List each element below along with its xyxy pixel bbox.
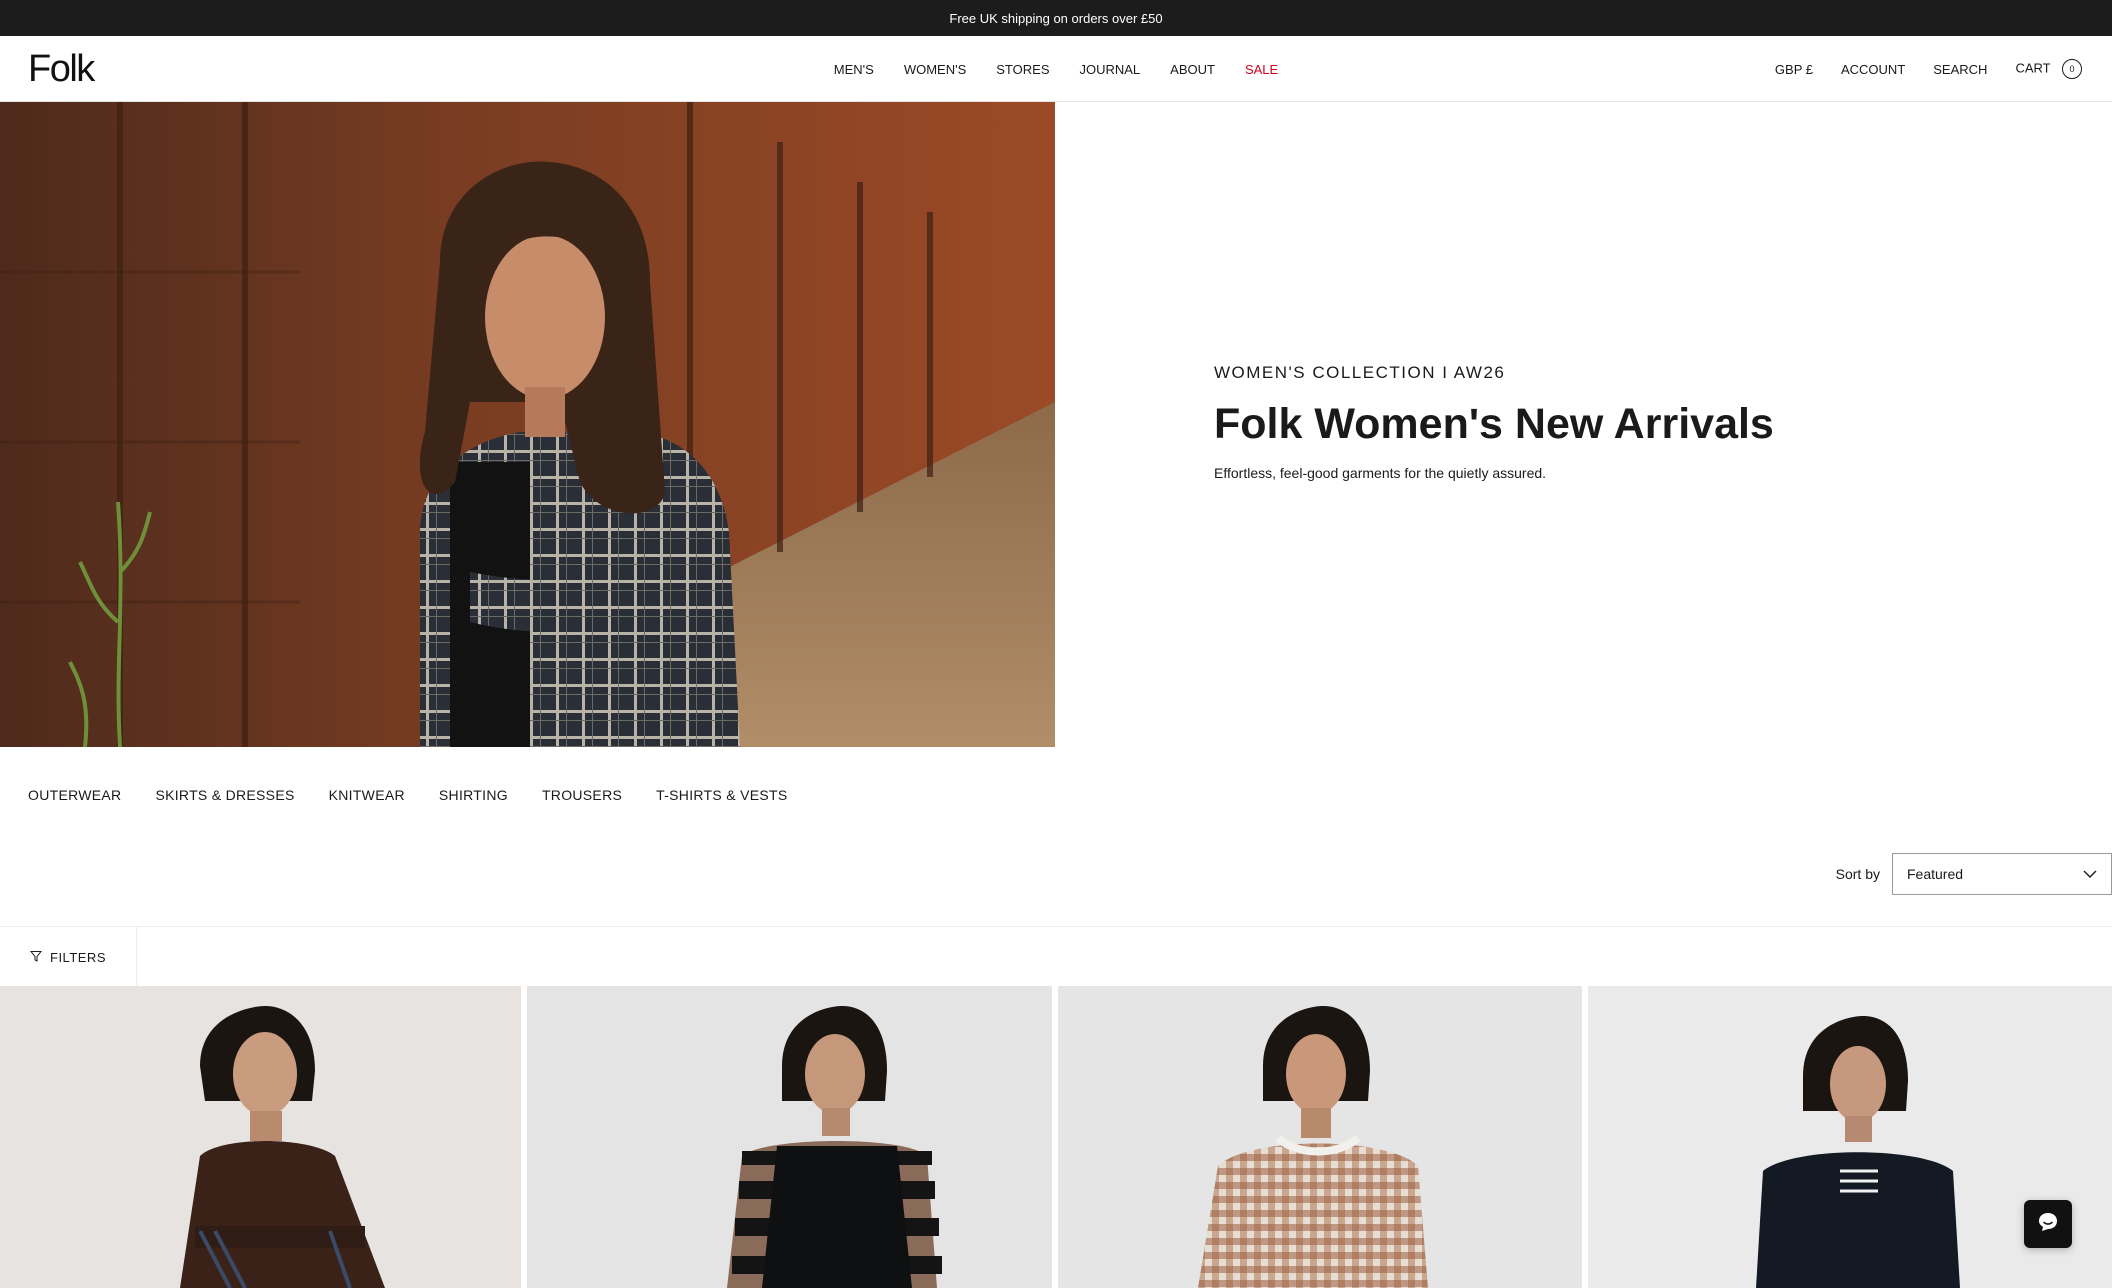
chevron-down-icon [2083, 866, 2097, 882]
category-trousers[interactable]: TROUSERS [542, 787, 622, 803]
account-link[interactable]: ACCOUNT [1841, 62, 1905, 77]
utility-nav: GBP £ ACCOUNT SEARCH CART 0 [1775, 36, 2082, 102]
product-card[interactable] [527, 986, 1052, 1288]
hero-image [0, 102, 1055, 747]
category-nav: OUTERWEAR SKIRTS & DRESSES KNITWEAR SHIR… [28, 787, 787, 803]
hero-copy: WOMEN'S COLLECTION I AW26 Folk Women's N… [1214, 363, 1974, 481]
filters-button[interactable]: FILTERS [0, 927, 137, 987]
filter-icon [29, 950, 50, 965]
chat-button[interactable] [2024, 1200, 2072, 1248]
announcement-bar: Free UK shipping on orders over £50 [0, 0, 2112, 36]
product-image [527, 986, 1052, 1288]
folk-logo[interactable]: Folk [28, 48, 95, 90]
announcement-text: Free UK shipping on orders over £50 [949, 10, 1163, 26]
search-link[interactable]: SEARCH [1933, 62, 1987, 77]
hero-eyebrow: WOMEN'S COLLECTION I AW26 [1214, 363, 1506, 382]
currency-selector[interactable]: GBP £ [1775, 62, 1813, 77]
sort-select[interactable]: Featured [1892, 853, 2112, 895]
filters-label: FILTERS [50, 949, 106, 965]
cart-link[interactable]: CART 0 [2015, 59, 2082, 79]
cart-label: CART [2015, 60, 2051, 76]
category-tshirts-vests[interactable]: T-SHIRTS & VESTS [656, 787, 787, 803]
product-image [1058, 986, 1582, 1288]
chat-icon [2037, 1211, 2059, 1238]
site-header: Folk MEN'S WOMEN'S STORES JOURNAL ABOUT … [0, 36, 2112, 102]
nav-sale[interactable]: SALE [1245, 62, 1278, 77]
category-outerwear[interactable]: OUTERWEAR [28, 787, 121, 803]
product-card[interactable] [0, 986, 521, 1288]
category-knitwear[interactable]: KNITWEAR [329, 787, 405, 803]
nav-stores[interactable]: STORES [996, 62, 1049, 77]
cart-count-badge: 0 [2062, 59, 2082, 79]
sort-selected-value: Featured [1907, 866, 1964, 882]
hero-subtitle: Effortless, feel-good garments for the q… [1214, 465, 1547, 481]
category-skirts-dresses[interactable]: SKIRTS & DRESSES [155, 787, 294, 803]
nav-journal[interactable]: JOURNAL [1079, 62, 1140, 77]
sort-label: Sort by [1835, 866, 1880, 882]
sort-control: Sort by Featured [1836, 853, 2112, 895]
category-shirting[interactable]: SHIRTING [439, 787, 508, 803]
nav-womens[interactable]: WOMEN'S [904, 62, 966, 77]
nav-mens[interactable]: MEN'S [834, 62, 874, 77]
product-grid [0, 986, 2112, 1288]
nav-about[interactable]: ABOUT [1170, 62, 1215, 77]
product-image [0, 986, 521, 1288]
product-card[interactable] [1058, 986, 1582, 1288]
page-title: Folk Women's New Arrivals [1214, 400, 1774, 448]
filter-bar: FILTERS [0, 926, 2112, 987]
